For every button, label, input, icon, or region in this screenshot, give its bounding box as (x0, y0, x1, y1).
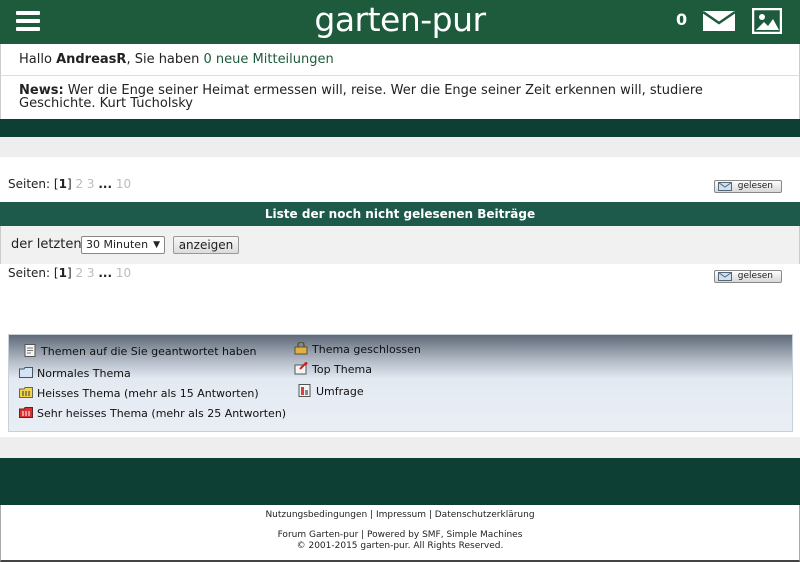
replied-topic-icon (24, 344, 36, 357)
time-range-select[interactable]: 30 Minuten ▼ (81, 236, 165, 254)
show-button[interactable]: anzeigen (173, 236, 239, 254)
mark-read-button-top[interactable]: gelesen (714, 180, 782, 193)
sticky-topic-icon (294, 362, 308, 375)
welcome-middle: , Sie haben (126, 52, 204, 67)
section-title: Liste der noch nicht gelesenen Beiträge (0, 202, 800, 226)
mark-read-label: gelesen (737, 181, 773, 191)
legend-item: Heisses Thema (mehr als 15 Antworten) (19, 386, 259, 400)
topic-legend: Themen auf die Sie geantwortet haben Nor… (8, 334, 793, 432)
header-divider (0, 119, 800, 137)
mark-read-icon (718, 272, 732, 281)
new-messages-link[interactable]: 0 neue Mitteilungen (204, 52, 334, 67)
grey-band (0, 137, 800, 157)
legend-item: Thema geschlossen (294, 342, 421, 356)
filter-label: der letzten (11, 237, 82, 252)
poll-icon (298, 384, 311, 397)
top-bar: garten-pur 0 (0, 0, 800, 44)
terms-link[interactable]: Nutzungsbedingungen (265, 510, 367, 520)
footer-divider (0, 458, 800, 505)
locked-topic-icon (294, 342, 308, 355)
current-page: 1 (58, 177, 67, 191)
powered-by-text: Forum Garten-pur | Powered by SMF, Simpl… (277, 530, 523, 540)
legend-item: Sehr heisses Thema (mehr als 25 Antworte… (19, 406, 286, 420)
footer: Nutzungsbedingungen | Impressum | Datens… (0, 505, 800, 562)
footer-links: Nutzungsbedingungen | Impressum | Datens… (265, 510, 535, 520)
page-link[interactable]: 2 (75, 177, 83, 191)
legend-item: Themen auf die Sie geantwortet haben (23, 344, 256, 358)
normal-topic-icon (19, 367, 33, 378)
news-bar: News: Wer die Enge seiner Heimat ermesse… (0, 76, 800, 119)
page-link-last[interactable]: 10 (116, 266, 131, 280)
current-page: 1 (58, 266, 67, 280)
mail-icon[interactable] (702, 9, 736, 33)
pagination-label: Seiten: (8, 177, 54, 191)
page-link[interactable]: 3 (87, 266, 95, 280)
time-range-value: 30 Minuten (86, 238, 149, 251)
page-link[interactable]: 2 (75, 266, 83, 280)
pagination-bottom: Seiten: [1] 2 3 ... 10 (8, 266, 132, 280)
imprint-link[interactable]: Impressum (376, 510, 426, 520)
pagination-ellipsis: ... (98, 177, 113, 191)
mark-read-icon (718, 182, 732, 191)
page-link-last[interactable]: 10 (116, 177, 131, 191)
very-hot-topic-icon (19, 407, 33, 418)
pagination-top: Seiten: [1] 2 3 ... 10 (8, 177, 132, 191)
username[interactable]: AndreasR (56, 52, 126, 67)
copyright-text: © 2001-2015 garten-pur. All Rights Reser… (296, 541, 504, 551)
hamburger-menu-icon[interactable] (16, 11, 40, 31)
welcome-bar: Hallo AndreasR, Sie haben 0 neue Mitteil… (0, 44, 800, 76)
news-text: Wer die Enge seiner Heimat ermessen will… (19, 83, 703, 111)
pagination-label: Seiten: (8, 266, 54, 280)
dropdown-arrow-icon: ▼ (153, 240, 160, 250)
mark-read-button-bottom[interactable]: gelesen (714, 270, 782, 283)
filter-row: der letzten 30 Minuten ▼ anzeigen (0, 226, 800, 264)
legend-item: Umfrage (298, 384, 364, 398)
hot-topic-icon (19, 387, 33, 398)
legend-item: Normales Thema (19, 366, 131, 380)
image-icon[interactable] (752, 8, 782, 34)
welcome-prefix: Hallo (19, 52, 57, 67)
mark-read-label: gelesen (737, 271, 773, 281)
grey-band-bottom (0, 437, 800, 458)
privacy-link[interactable]: Datenschutzerklärung (435, 510, 535, 520)
pagination-ellipsis: ... (98, 266, 113, 280)
message-count-badge[interactable]: 0 (676, 10, 687, 29)
page-link[interactable]: 3 (87, 177, 95, 191)
legend-item: Top Thema (294, 362, 372, 376)
